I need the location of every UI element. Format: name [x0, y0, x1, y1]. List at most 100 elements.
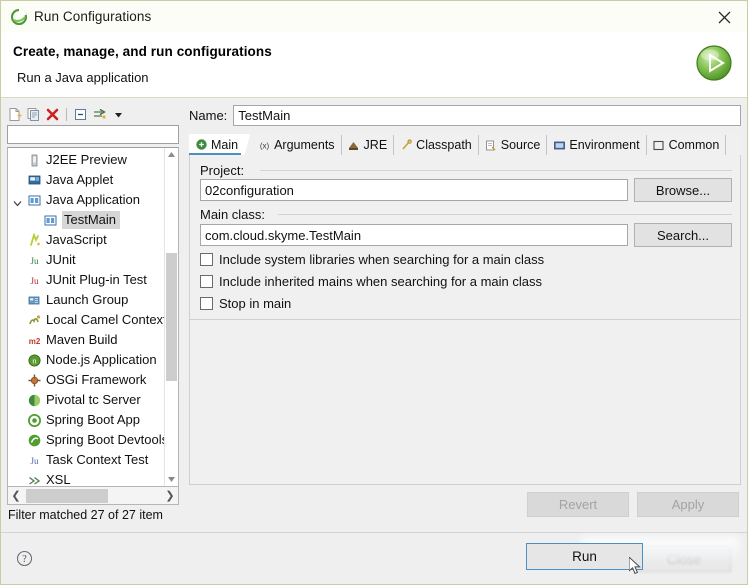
tree-item-label: Pivotal tc Server: [46, 392, 141, 407]
tree-item-label: Java Application: [46, 192, 140, 207]
classpath-tab-icon: [399, 138, 413, 152]
scroll-thumb[interactable]: [166, 253, 177, 381]
tab-jre[interactable]: JRE: [341, 135, 395, 155]
main-tab-panel: Project: Browse... Main class: Search...…: [189, 155, 741, 485]
junit-icon: Ju: [26, 252, 42, 268]
chevron-down-icon[interactable]: [109, 105, 127, 123]
tab-environment[interactable]: Environment: [547, 135, 647, 155]
delete-red-x-icon[interactable]: [43, 105, 61, 123]
close-button[interactable]: Close: [637, 546, 731, 572]
project-input[interactable]: [200, 179, 628, 201]
tree-item[interactable]: Ju JUnit: [8, 250, 166, 270]
tree-item[interactable]: n Node.js Application: [8, 350, 166, 370]
tree-item-label: JavaScript: [46, 232, 107, 247]
tree-item[interactable]: Pivotal tc Server: [8, 390, 166, 410]
collapse-all-icon[interactable]: [71, 105, 89, 123]
common-tab-icon: [652, 138, 666, 152]
tree-item[interactable]: TestMain: [8, 210, 166, 230]
spring-devtools-icon: [26, 432, 42, 448]
tab-label: Classpath: [416, 138, 472, 152]
tab-source[interactable]: Source: [478, 135, 548, 155]
include-inherited-mains-checkbox[interactable]: [200, 275, 213, 288]
tree-items-container: J2EE Preview Java Applet Java Application T…: [8, 150, 169, 486]
spring-boot-icon: [26, 412, 42, 428]
tree-item-label: Local Camel Context: [46, 312, 167, 327]
include-system-libraries-checkbox[interactable]: [200, 253, 213, 266]
tree-item[interactable]: Ju Task Context Test: [8, 450, 166, 470]
filter-input[interactable]: [7, 125, 179, 144]
tree-item[interactable]: J2EE Preview: [8, 150, 166, 170]
tree-item-label: Spring Boot Devtools: [46, 432, 169, 447]
close-icon[interactable]: [710, 7, 738, 27]
search-button[interactable]: Search...: [634, 223, 732, 247]
tree-item-label: OSGi Framework: [46, 372, 147, 387]
main-class-input[interactable]: [200, 224, 628, 246]
tree-item[interactable]: OSGi Framework: [8, 370, 166, 390]
java-application-icon: [26, 192, 42, 208]
hscroll-thumb[interactable]: [26, 488, 108, 503]
duplicate-icon[interactable]: [24, 105, 42, 123]
tree-horizontal-scrollbar[interactable]: ❮ ❯: [7, 487, 179, 505]
tree-item-label: Spring Boot App: [46, 412, 140, 427]
tab-main[interactable]: Main: [189, 134, 254, 155]
tree-vertical-scrollbar[interactable]: [164, 148, 178, 486]
browse-button[interactable]: Browse...: [634, 178, 732, 202]
tree-item-label: Task Context Test: [46, 452, 149, 467]
tab-label: Source: [500, 138, 541, 152]
tab-classpath[interactable]: Classpath: [394, 135, 479, 155]
nodejs-icon: n: [26, 352, 42, 368]
osgi-framework-icon: [26, 372, 42, 388]
configurations-tree[interactable]: J2EE Preview Java Applet Java Application T…: [7, 147, 179, 487]
task-context-test-icon: Ju: [26, 452, 42, 468]
scroll-right-icon[interactable]: ❯: [162, 488, 178, 504]
tab-label: Common: [668, 138, 720, 152]
new-document-icon[interactable]: [5, 105, 23, 123]
configuration-name-input[interactable]: [233, 104, 741, 126]
tab-label: JRE: [363, 138, 388, 152]
pivotal-tc-server-icon: [26, 392, 42, 408]
tree-item[interactable]: Java Applet: [8, 170, 166, 190]
run-green-play-icon: [693, 42, 735, 84]
tree-item[interactable]: Local Camel Context: [8, 310, 167, 330]
scroll-down-icon[interactable]: [165, 473, 178, 486]
tree-item-label: J2EE Preview: [46, 152, 127, 167]
arguments-tab-icon: (x): [257, 138, 271, 152]
svg-text:?: ?: [22, 554, 27, 565]
tree-item[interactable]: Ju JUnit Plug-in Test: [8, 270, 166, 290]
scroll-left-icon[interactable]: ❮: [8, 488, 24, 504]
revert-button[interactable]: Revert: [527, 492, 629, 517]
javascript-icon: [26, 232, 42, 248]
checkbox-label: Stop in main: [219, 296, 292, 311]
tab-arguments[interactable]: (x) Arguments: [252, 135, 342, 155]
revert-apply-row: Revert Apply: [189, 492, 741, 522]
tree-item[interactable]: Spring Boot Devtools: [8, 430, 169, 450]
checkbox-row[interactable]: Include system libraries when searching …: [200, 252, 544, 267]
tree-item[interactable]: Spring Boot App: [8, 410, 166, 430]
chevron-down-icon[interactable]: [13, 196, 22, 207]
apply-button[interactable]: Apply: [637, 492, 739, 517]
configurations-tree-pane: J2EE Preview Java Applet Java Application T…: [5, 104, 183, 527]
run-button[interactable]: Run: [526, 543, 643, 570]
tree-item[interactable]: Launch Group: [8, 290, 166, 310]
help-question-icon[interactable]: ?: [16, 550, 33, 567]
scroll-up-icon[interactable]: [165, 148, 178, 161]
section-divider: [190, 319, 740, 320]
tree-item[interactable]: JavaScript: [8, 230, 166, 250]
window-titlebar: Run Configurations: [1, 1, 747, 32]
tree-item[interactable]: XSL: [8, 470, 166, 486]
tab-common[interactable]: Common: [646, 135, 727, 155]
tree-item[interactable]: m2 Maven Build: [8, 330, 166, 350]
dialog-body: J2EE Preview Java Applet Java Application T…: [1, 98, 747, 533]
environment-tab-icon: [552, 138, 566, 152]
main-class-label: Main class:: [200, 207, 266, 222]
checkbox-label: Include system libraries when searching …: [219, 252, 545, 267]
camel-context-icon: [26, 312, 42, 328]
tree-item-label: Maven Build: [46, 332, 118, 347]
checkbox-row[interactable]: Include inherited mains when searching f…: [200, 274, 542, 289]
tree-item[interactable]: Java Application: [8, 190, 166, 210]
svg-text:Ju: Ju: [30, 276, 39, 286]
stop-in-main-checkbox[interactable]: [200, 297, 213, 310]
checkbox-row[interactable]: Stop in main: [200, 296, 291, 311]
maven-build-icon: m2: [26, 332, 42, 348]
filter-arrow-icon[interactable]: [90, 105, 108, 123]
